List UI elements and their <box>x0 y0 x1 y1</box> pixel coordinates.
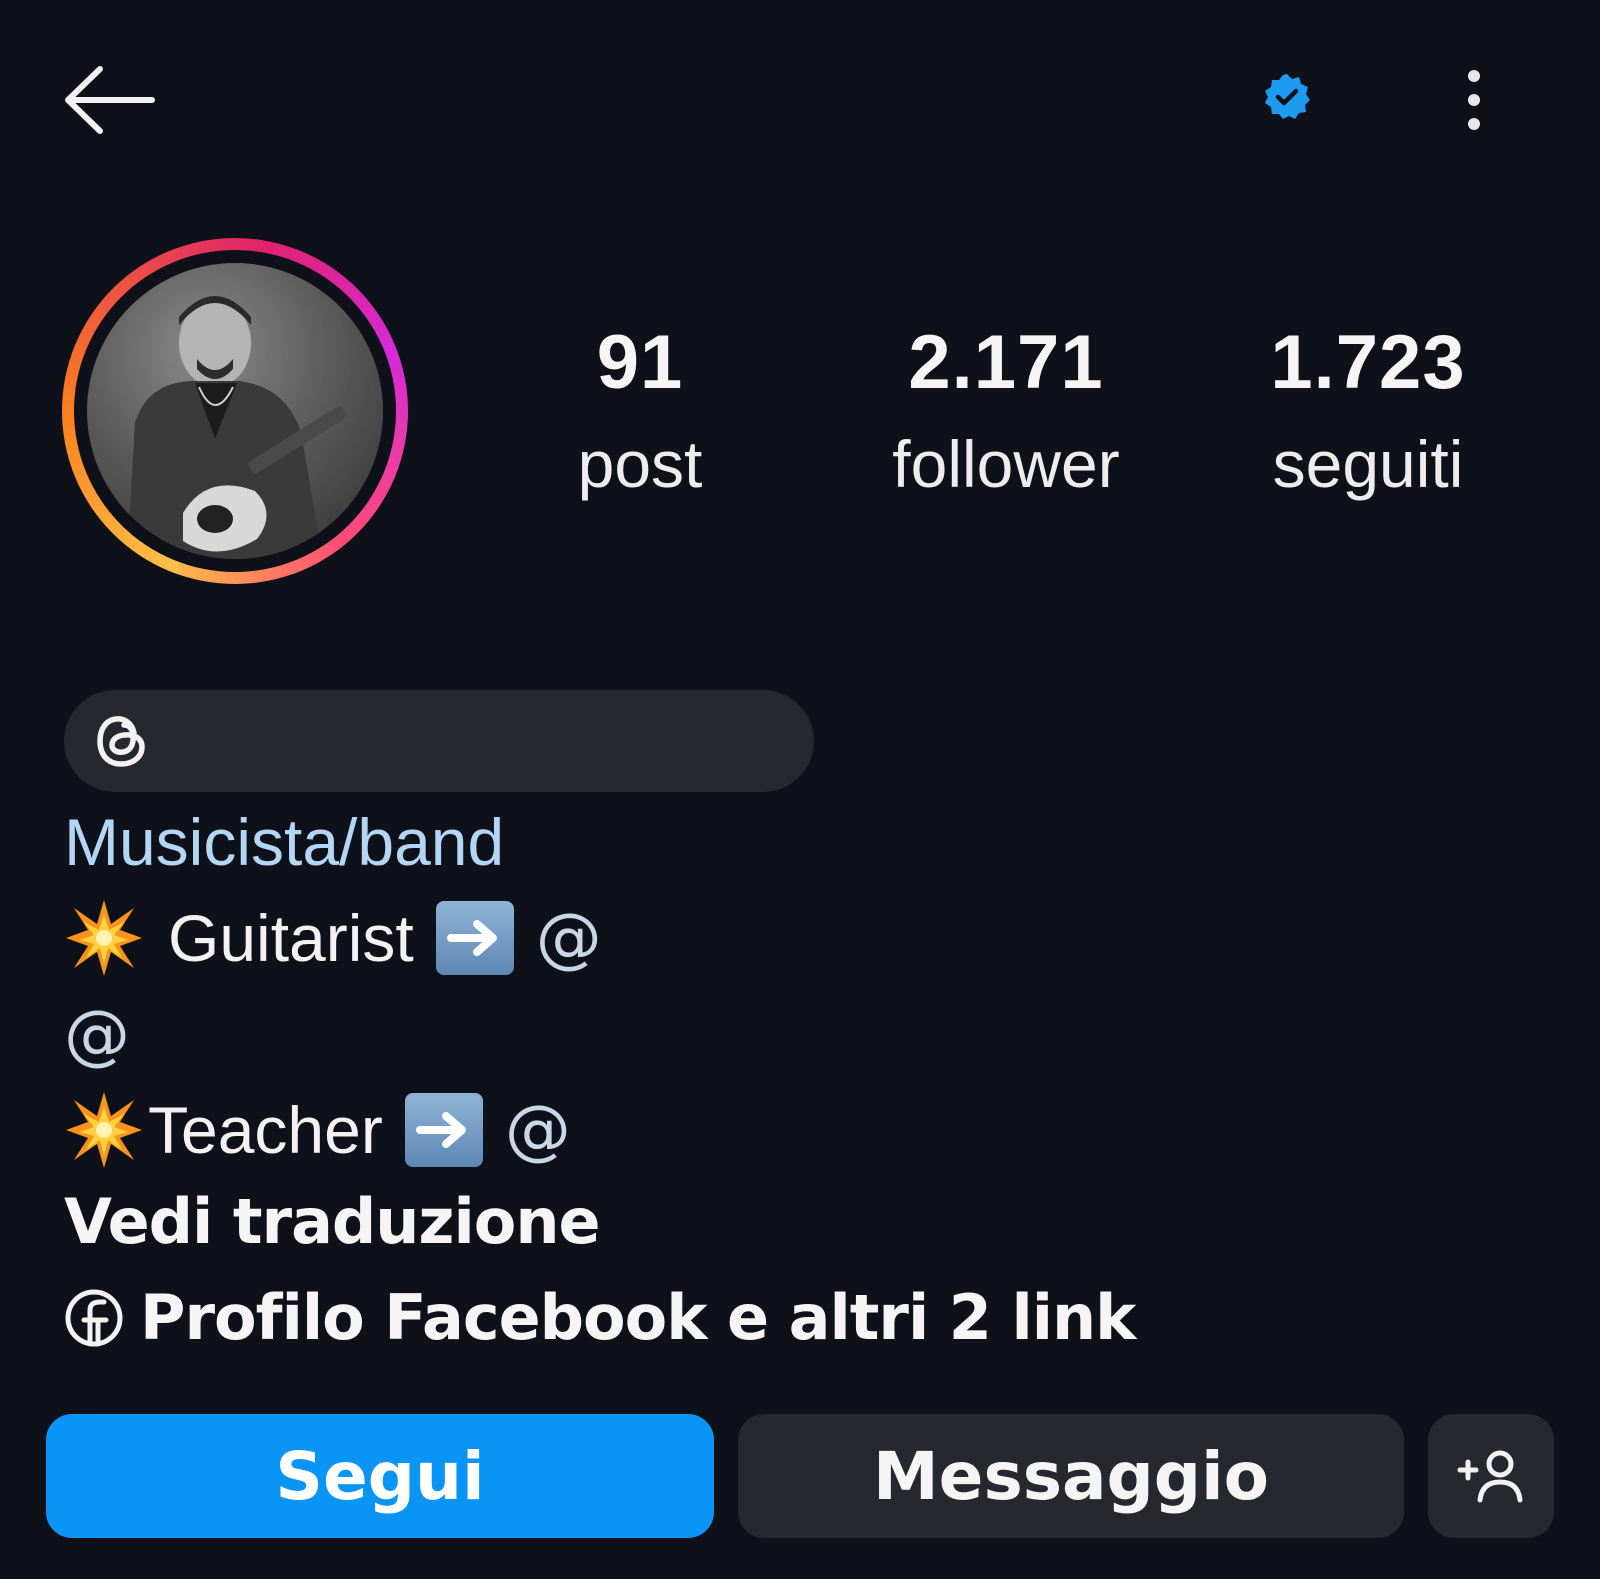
mention-link[interactable]: @ <box>505 1090 571 1170</box>
collision-emoji-icon <box>64 1090 144 1170</box>
bio-line-guitarist: Guitarist @ <box>64 898 602 978</box>
stat-label: seguiti <box>1272 427 1464 501</box>
see-translation-link[interactable]: Vedi traduzione <box>64 1182 601 1262</box>
threads-badge[interactable] <box>64 690 814 792</box>
stat-value: 1.723 <box>1270 320 1466 405</box>
stat-posts[interactable]: 91 post <box>500 320 780 501</box>
threads-icon <box>97 716 145 767</box>
stat-following[interactable]: 1.723 seguiti <box>1228 320 1508 501</box>
verified-badge-icon <box>1262 72 1312 122</box>
stat-followers[interactable]: 2.171 follower <box>866 320 1146 501</box>
stat-label: post <box>577 427 703 501</box>
mention-link[interactable]: @ <box>536 898 602 978</box>
mention-link[interactable]: @ <box>64 995 130 1075</box>
follow-button[interactable]: Segui <box>46 1414 714 1538</box>
avatar-story-ring[interactable] <box>62 238 408 584</box>
stat-label: follower <box>892 427 1120 501</box>
collision-emoji-icon <box>64 898 144 978</box>
avatar <box>87 263 383 559</box>
back-button[interactable] <box>62 60 158 140</box>
arrow-left-icon <box>65 66 155 134</box>
bio-line-mention: @ <box>64 995 130 1075</box>
suggest-users-button[interactable] <box>1428 1414 1554 1538</box>
avatar-frame <box>74 250 396 572</box>
message-button[interactable]: Messaggio <box>738 1414 1404 1538</box>
right-arrow-emoji-icon <box>404 1093 483 1167</box>
external-links-text: Profilo Facebook e altri 2 link <box>140 1281 1136 1354</box>
external-links[interactable]: Profilo Facebook e altri 2 link <box>64 1278 1136 1358</box>
facebook-icon <box>64 1288 124 1348</box>
bio-line-teacher: Teacher @ <box>64 1090 571 1170</box>
stat-value: 91 <box>596 320 684 405</box>
right-arrow-emoji-icon <box>435 901 514 975</box>
stat-value: 2.171 <box>908 320 1104 405</box>
bio-role-text: Teacher <box>148 1093 383 1167</box>
more-vertical-icon <box>1468 70 1480 130</box>
profile-category: Musicista/band <box>64 805 505 879</box>
more-options-button[interactable] <box>1440 60 1508 140</box>
add-user-icon <box>1457 1450 1523 1503</box>
bio-role-text: Guitarist <box>168 901 414 975</box>
